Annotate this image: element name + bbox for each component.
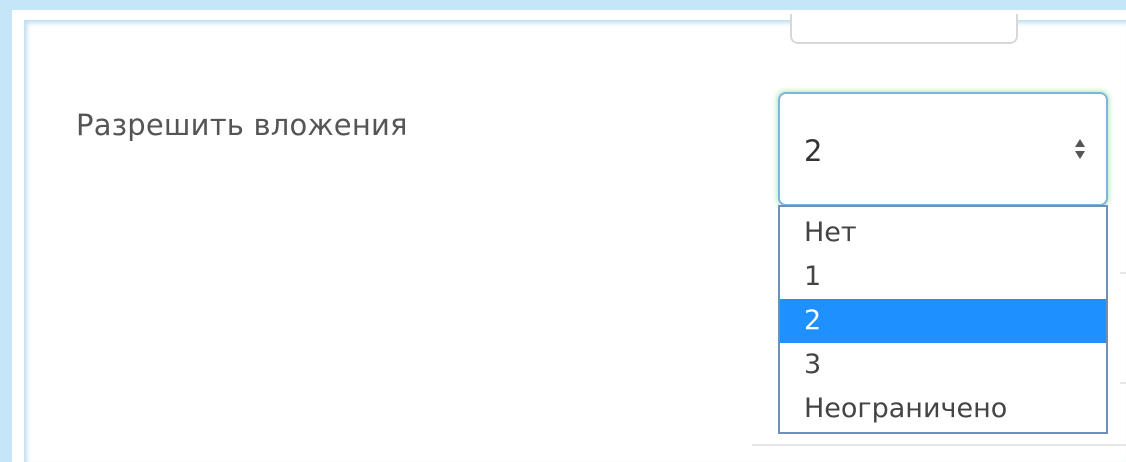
attachments-options-list[interactable]: Нет 1 2 3 Неограничено (778, 205, 1108, 434)
option-2-selected[interactable]: 2 (780, 299, 1106, 343)
select-current-value: 2 (804, 134, 823, 168)
option-3[interactable]: 3 (780, 343, 1106, 387)
previous-field-input[interactable] (790, 14, 1018, 44)
option-unlimited[interactable]: Неограничено (780, 387, 1106, 431)
divider-line (1120, 272, 1126, 274)
divider-line (752, 444, 1126, 446)
sort-arrows-icon (1075, 139, 1085, 159)
option-none[interactable]: Нет (780, 211, 1106, 255)
attachments-select[interactable]: 2 (778, 92, 1108, 206)
divider-line (1120, 382, 1126, 384)
attachments-label: Разрешить вложения (76, 108, 408, 142)
option-1[interactable]: 1 (780, 255, 1106, 299)
